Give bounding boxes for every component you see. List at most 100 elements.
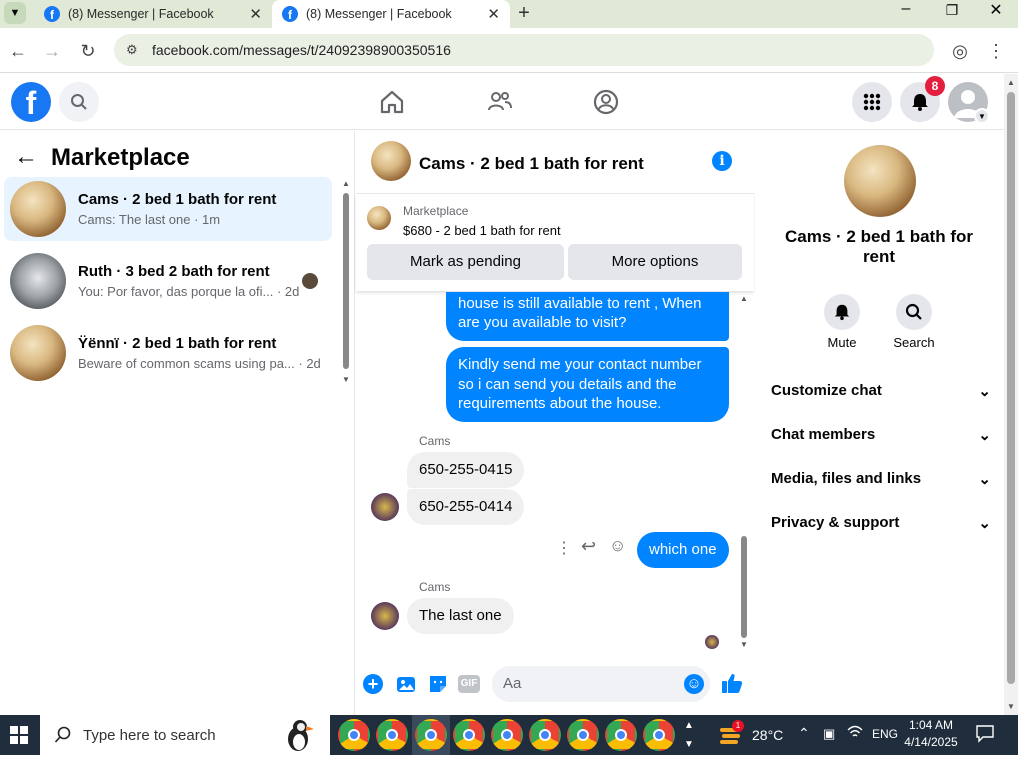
menu-button[interactable]	[852, 82, 892, 122]
incoming-message[interactable]: 650-255-0415	[407, 452, 525, 488]
notification-center-icon[interactable]	[974, 722, 996, 744]
weather-badge: 1	[732, 720, 744, 732]
site-info-icon[interactable]: ⚙	[126, 42, 138, 58]
chat-avatar[interactable]	[371, 141, 411, 181]
incoming-message[interactable]: The last one	[407, 598, 514, 634]
taskbar-chrome-icon[interactable]	[529, 719, 561, 751]
more-actions-button[interactable]: +	[363, 674, 383, 694]
conversation-item[interactable]: Ruth · 3 bed 2 bath for rent You: Por fa…	[4, 249, 332, 313]
windows-logo-icon	[10, 726, 28, 744]
groups-icon	[593, 89, 619, 115]
react-emoji-icon[interactable]: ☺	[609, 536, 626, 556]
new-tab-button[interactable]: +	[512, 2, 536, 26]
outgoing-message[interactable]: Thanks for your interest, Yes, the house…	[446, 292, 729, 341]
page-scrollbar[interactable]: ▲ ▼	[1004, 74, 1018, 715]
reply-icon[interactable]: ↩	[581, 536, 596, 557]
meet-now-icon[interactable]: ▣	[823, 726, 835, 742]
chat-details-panel: Cams · 2 bed 1 bath for rent Mute Search…	[755, 131, 1004, 716]
search-icon	[905, 303, 922, 320]
close-tab-icon[interactable]: ✕	[487, 5, 500, 23]
conversation-name: Cams · 2 bed 1 bath for rent	[78, 191, 277, 208]
wifi-icon[interactable]	[847, 724, 863, 740]
show-hidden-icons-chevron[interactable]: ⌃	[798, 725, 810, 742]
url-text: facebook.com/messages/t/2409239890035051…	[152, 42, 451, 58]
thread-scrollbar[interactable]: ▲ ▼	[739, 294, 749, 650]
facebook-logo[interactable]: f	[11, 82, 51, 122]
conversation-item[interactable]: Cams · 2 bed 1 bath for rent Cams: The l…	[4, 177, 332, 241]
listing-price-title[interactable]: $680 - 2 bed 1 bath for rent	[403, 223, 561, 238]
bell-icon	[912, 94, 928, 111]
outgoing-message[interactable]: Kindly send me your contact number so i …	[446, 347, 729, 422]
emoji-picker-icon[interactable]: ☺	[684, 674, 704, 694]
start-button[interactable]	[0, 715, 38, 755]
taskbar-chrome-icon[interactable]	[605, 719, 637, 751]
search-in-conversation-button[interactable]	[896, 294, 932, 330]
tab-title: (8) Messenger | Facebook	[68, 7, 214, 21]
outgoing-message[interactable]: which one	[637, 532, 729, 568]
taskbar-chrome-icon[interactable]	[491, 719, 523, 751]
language-indicator[interactable]: ENG	[872, 727, 898, 741]
tab-search-button[interactable]: ▼	[4, 2, 26, 24]
taskbar-overflow-arrows[interactable]: ▲ ▼	[682, 716, 696, 754]
browser-tab[interactable]: f (8) Messenger | Facebook ✕	[34, 0, 272, 28]
maximize-button[interactable]: ❐	[938, 2, 966, 26]
taskbar-chrome-icon[interactable]	[453, 719, 485, 751]
taskbar-chrome-icon[interactable]	[338, 719, 370, 751]
mute-label: Mute	[827, 335, 857, 350]
taskbar-chrome-icon[interactable]	[643, 719, 675, 751]
clock[interactable]: 1:04 AM 4/14/2025	[904, 717, 958, 751]
account-chevron-down-icon[interactable]: ▼	[974, 108, 990, 124]
incoming-message[interactable]: 650-255-0414	[407, 489, 525, 525]
privacy-support-section[interactable]: Privacy & support ⌄	[771, 514, 991, 532]
conversation-preview: You: Por favor, das porque la ofi... · 2…	[78, 284, 300, 299]
customize-chat-section[interactable]: Customize chat ⌄	[771, 382, 991, 400]
weather-widget[interactable]: 1 28°C	[718, 720, 788, 750]
message-thread: Thanks for your interest, Yes, the house…	[356, 292, 754, 656]
details-title: Cams · 2 bed 1 bath for rent	[785, 227, 973, 266]
forward-button[interactable]: →	[38, 37, 66, 65]
browser-menu-icon[interactable]: ⋮	[982, 37, 1010, 65]
taskbar-chrome-icon[interactable]	[376, 719, 408, 751]
media-files-links-section[interactable]: Media, files and links ⌄	[771, 470, 991, 488]
like-button[interactable]	[720, 671, 744, 695]
mark-as-pending-button[interactable]: Mark as pending	[367, 244, 564, 280]
nav-groups[interactable]	[592, 88, 622, 118]
gif-button[interactable]: GIF	[458, 675, 480, 693]
profile-icon[interactable]: ◎	[946, 37, 974, 65]
url-bar[interactable]: ⚙ facebook.com/messages/t/24092398900350…	[114, 34, 934, 66]
back-button[interactable]: ←	[4, 37, 32, 65]
taskbar-chrome-icon[interactable]	[567, 719, 599, 751]
message-more-icon[interactable]: ⋮	[556, 538, 572, 558]
search-icon	[54, 726, 71, 743]
search-button[interactable]	[59, 82, 99, 122]
grid-menu-icon	[863, 93, 881, 111]
taskbar-search-box[interactable]: Type here to search	[40, 715, 330, 755]
read-receipt-avatar	[705, 635, 719, 649]
photo-attach-button[interactable]	[396, 674, 416, 694]
sender-avatar[interactable]	[371, 602, 399, 630]
nav-friends[interactable]	[486, 88, 516, 118]
conversation-list-scrollbar[interactable]: ▲ ▼	[342, 179, 350, 385]
back-arrow-icon[interactable]: ←	[14, 143, 38, 171]
mute-button[interactable]	[824, 294, 860, 330]
listing-mini-thumbnail	[367, 206, 391, 230]
more-options-button[interactable]: More options	[568, 244, 742, 280]
message-input-placeholder: Aa	[503, 675, 522, 692]
close-tab-icon[interactable]: ✕	[249, 5, 262, 23]
message-input[interactable]: Aa ☺	[492, 666, 710, 702]
reload-button[interactable]: ↻	[74, 37, 102, 65]
info-icon[interactable]: i	[712, 151, 732, 171]
taskbar-chrome-icon[interactable]	[415, 719, 447, 751]
sticker-button[interactable]	[428, 674, 448, 694]
sender-avatar[interactable]	[371, 493, 399, 521]
nav-home[interactable]	[378, 88, 408, 118]
listing-thumbnail	[10, 181, 66, 237]
close-window-button[interactable]: ✕	[982, 0, 1010, 28]
minimize-button[interactable]: –	[892, 0, 920, 28]
browser-tab-active[interactable]: f (8) Messenger | Facebook ✕	[272, 0, 510, 28]
details-avatar[interactable]	[844, 145, 916, 217]
conversation-item[interactable]: Ÿënnï · 2 bed 1 bath for rent Beware of …	[4, 321, 332, 385]
chat-members-section[interactable]: Chat members ⌄	[771, 426, 991, 444]
clock-time: 1:04 AM	[908, 718, 954, 732]
chat-title[interactable]: Cams · 2 bed 1 bath for rent	[419, 154, 644, 174]
